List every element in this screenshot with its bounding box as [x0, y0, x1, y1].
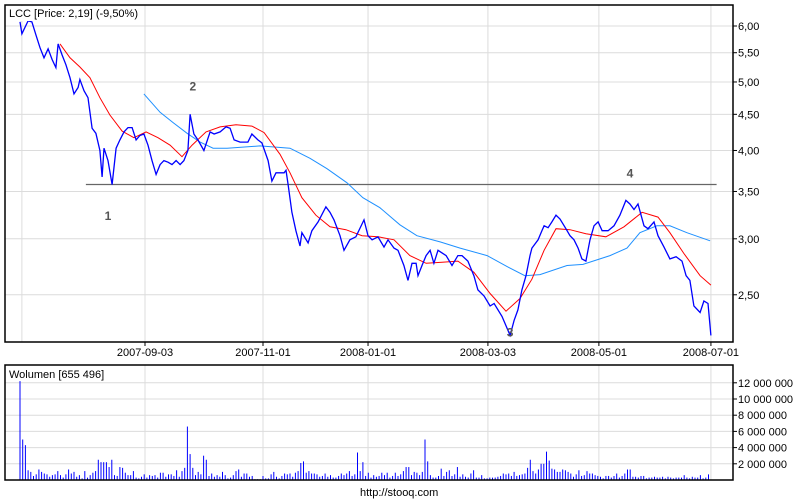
volume-tick-label: 8 000 000 [738, 410, 787, 422]
annotation-label: 3 [507, 326, 514, 340]
price-tick-label: 5,50 [738, 48, 759, 60]
volume-panel-border [4, 364, 734, 481]
price-panel: 6,00 5,50 5,00 4,50 4,00 3,50 3,00 2,50 2007-09-… [4, 4, 759, 359]
annotation-label: 2 [189, 79, 196, 93]
price-tick-label: 2,50 [738, 290, 759, 302]
price-tick-label: 6,00 [738, 21, 759, 33]
footer-url[interactable]: http://stooq.com [360, 487, 438, 499]
annotation-label: 1 [105, 209, 112, 223]
date-tick-label: 2008-01-01 [340, 347, 396, 359]
volume-tick-label: 12 000 000 [738, 378, 793, 390]
volume-panel-title: Wolumen [655 496] [9, 369, 104, 381]
price-tick-label: 3,50 [738, 186, 759, 198]
series-ma-short [59, 43, 712, 312]
date-tick-label: 2008-05-01 [571, 347, 627, 359]
volume-tick-label: 4 000 000 [738, 443, 787, 455]
series-price [19, 20, 712, 338]
volume-tick-label: 2 000 000 [738, 459, 787, 471]
price-tick-label: 5,00 [738, 77, 759, 89]
price-panel-border [4, 4, 734, 343]
price-tick-label: 3,00 [738, 234, 759, 246]
price-tick-label: 4,00 [738, 145, 759, 157]
stock-chart: 6,00 5,50 5,00 4,50 4,00 3,50 3,00 2,50 2007-09-… [4, 4, 793, 499]
date-tick-label: 2008-03-03 [460, 347, 516, 359]
date-tick-label: 2007-09-03 [117, 347, 173, 359]
annotation-label: 4 [627, 167, 634, 181]
volume-panel: 12 000 000 10 000 000 8 000 000 6 000 000 4 … [4, 364, 793, 481]
price-tick-label: 4,50 [738, 109, 759, 121]
date-tick-label: 2008-07-01 [683, 347, 739, 359]
date-tick-label: 2007-11-01 [235, 347, 290, 359]
price-panel-title: LCC [Price: 2,19] (-9,50%) [9, 8, 138, 20]
volume-tick-label: 6 000 000 [738, 426, 787, 438]
volume-tick-label: 10 000 000 [738, 394, 793, 406]
